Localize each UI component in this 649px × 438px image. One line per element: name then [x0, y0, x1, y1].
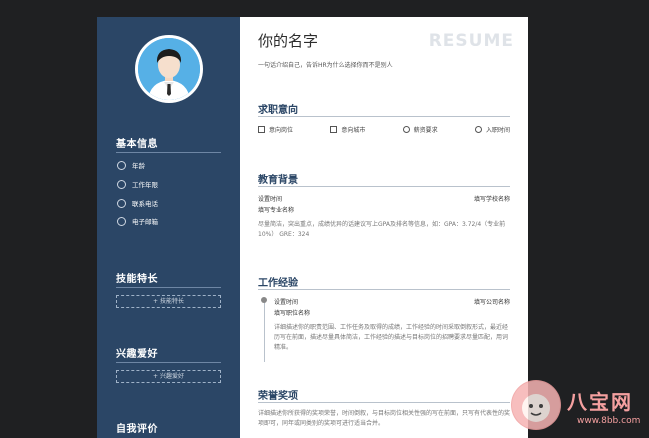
add-skill-button[interactable]: + 技能特长: [116, 295, 221, 308]
intent-city[interactable]: 意向城市: [330, 125, 365, 134]
basic-info-title: 基本信息: [116, 139, 158, 150]
work-desc[interactable]: 详细描述你的职责范围、工作任务及取得的成绩，工作经验的时间采取倒叙形式，最近经历…: [274, 323, 510, 353]
honors-desc[interactable]: 详细描述你所获得的奖项荣誉，时间倒叙，与目标岗位相关性强的写在前面，只写有代表性…: [258, 409, 510, 429]
watermark-text: 八宝网: [567, 390, 633, 414]
resume-page: 基本信息 年龄 工作年限 联系电话 电子邮箱 技能特长 + 技能特长 兴趣爱好: [97, 17, 528, 438]
timeline-dot: [261, 297, 267, 303]
intent-salary[interactable]: 薪资要求: [402, 125, 438, 134]
building-icon: [330, 126, 338, 133]
email-icon: [117, 216, 126, 226]
education-major[interactable]: 填写专业名称: [258, 205, 510, 214]
basic-item-email: 电子邮箱: [117, 216, 158, 226]
age-icon: [117, 160, 126, 170]
resume-sidebar: 基本信息 年龄 工作年限 联系电话 电子邮箱 技能特长 + 技能特长 兴趣爱好: [97, 17, 240, 438]
work-time[interactable]: 设置时间: [274, 299, 298, 306]
work-row: 设置时间 填写公司名称: [274, 297, 510, 306]
money-icon: [402, 126, 410, 133]
add-hobby-button[interactable]: + 兴趣爱好: [116, 370, 221, 383]
intent-title: 求职意向: [258, 105, 298, 116]
intent-start[interactable]: 入职时间: [474, 125, 510, 134]
divider: [116, 152, 221, 153]
resume-watermark: RESUME: [428, 31, 514, 51]
education-desc[interactable]: 尽量简洁，突出重点，成绩优异的话建议写上GPA及排名等信息，如：GPA：3.72…: [258, 220, 510, 240]
education-time[interactable]: 设置时间: [258, 196, 282, 203]
intent-position[interactable]: 意向岗位: [258, 125, 293, 134]
avatar: [135, 35, 203, 103]
avatar-illustration: [138, 38, 200, 100]
candidate-name[interactable]: 你的名字: [258, 30, 318, 51]
person-icon: [138, 38, 200, 100]
self-eval-title: 自我评价: [116, 424, 158, 435]
screen: 基本信息 年龄 工作年限 联系电话 电子邮箱 技能特长 + 技能特长 兴趣爱好: [0, 0, 649, 438]
work-company[interactable]: 填写公司名称: [474, 297, 510, 306]
honors-title: 荣誉奖项: [258, 391, 298, 402]
divider: [116, 287, 221, 288]
intro-text[interactable]: 一句话介绍自己，告诉HR为什么选择你而不是别人: [258, 60, 393, 69]
divider: [258, 116, 510, 117]
work-title: 工作经验: [258, 278, 298, 289]
divider: [258, 402, 510, 403]
briefcase-icon: [117, 179, 126, 189]
phone-icon: [117, 198, 126, 208]
watermark-url: www.8bb.com: [577, 416, 641, 426]
resume-main: 你的名字 RESUME 一句话介绍自己，告诉HR为什么选择你而不是别人 求职意向…: [240, 17, 528, 438]
work-position[interactable]: 填写职位名称: [274, 308, 510, 317]
basic-item-phone: 联系电话: [117, 198, 158, 208]
education-school[interactable]: 填写学校名称: [474, 194, 510, 203]
skills-title: 技能特长: [116, 274, 158, 285]
site-watermark: 八宝网 www.8bb.com: [511, 380, 641, 438]
timeline-line: [264, 299, 265, 362]
basic-item-years: 工作年限: [117, 179, 158, 189]
divider: [258, 289, 510, 290]
education-title: 教育背景: [258, 175, 298, 186]
mascot-logo-icon: [511, 380, 561, 430]
intent-row: 意向岗位 意向城市 薪资要求 入职时间: [258, 125, 510, 134]
medal-icon: [258, 126, 265, 133]
hobby-title: 兴趣爱好: [116, 349, 158, 360]
clock-icon: [474, 126, 482, 133]
education-row: 设置时间 填写学校名称: [258, 194, 510, 203]
divider: [116, 362, 221, 363]
divider: [258, 186, 510, 187]
basic-item-age: 年龄: [117, 160, 145, 170]
